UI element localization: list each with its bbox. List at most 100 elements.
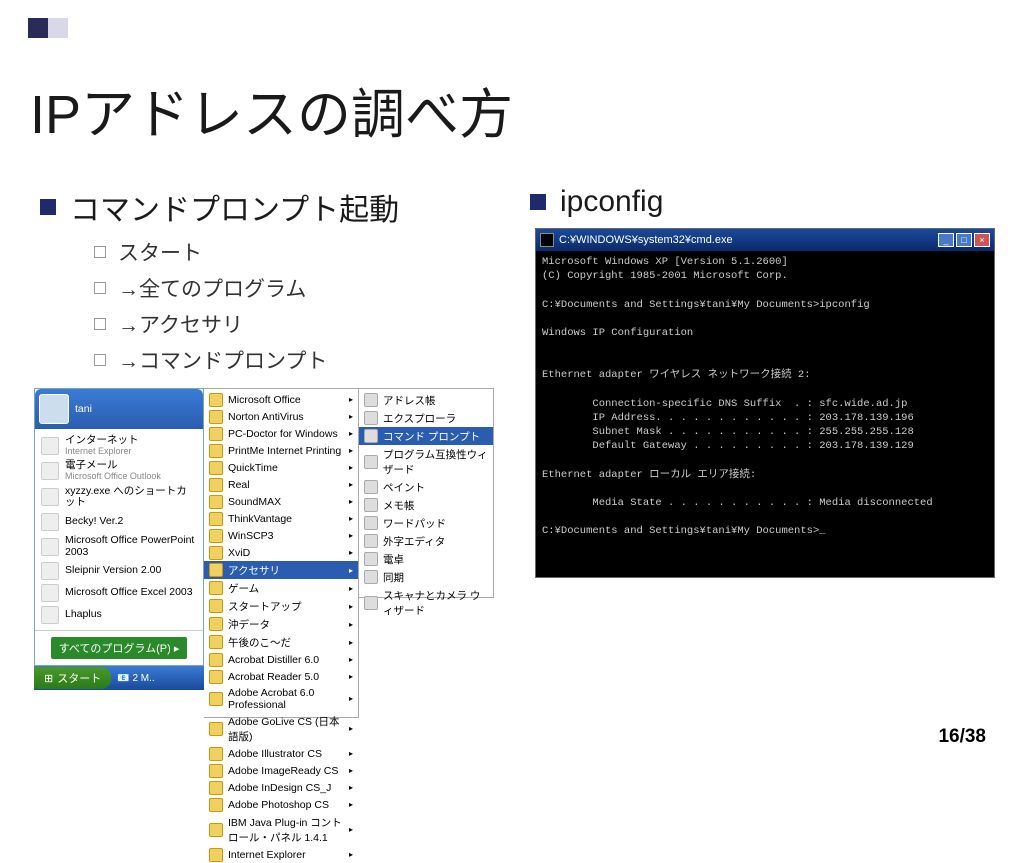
program-item[interactable]: Adobe InDesign CS_J▸ bbox=[204, 779, 358, 796]
folder-icon bbox=[209, 393, 223, 407]
all-programs[interactable]: すべてのプログラム(P) ▸ bbox=[35, 630, 203, 665]
app-icon bbox=[41, 513, 59, 531]
program-item[interactable]: Adobe Photoshop CS▸ bbox=[204, 796, 358, 813]
app-icon bbox=[364, 393, 378, 407]
program-item[interactable]: Adobe GoLive CS (日本語版)▸ bbox=[204, 712, 358, 745]
chevron-right-icon: ▸ bbox=[349, 655, 353, 664]
chevron-right-icon: ▸ bbox=[349, 480, 353, 489]
chevron-right-icon: ▸ bbox=[349, 694, 353, 703]
folder-icon bbox=[209, 722, 223, 736]
accessory-item[interactable]: 外字エディタ bbox=[359, 532, 493, 550]
right-heading: ipconfig bbox=[560, 185, 663, 219]
program-item[interactable]: スタートアップ▸ bbox=[204, 597, 358, 615]
box-bullet-icon bbox=[94, 354, 106, 366]
chevron-right-icon: ▸ bbox=[349, 497, 353, 506]
minimize-button[interactable]: _ bbox=[938, 233, 954, 247]
accessory-item[interactable]: ワードパッド bbox=[359, 514, 493, 532]
program-item[interactable]: QuickTime▸ bbox=[204, 459, 358, 476]
accessory-item[interactable]: 電卓 bbox=[359, 550, 493, 568]
program-item[interactable]: XviD▸ bbox=[204, 544, 358, 561]
chevron-right-icon: ▸ bbox=[349, 446, 353, 455]
user-avatar-icon bbox=[39, 394, 69, 424]
folder-icon bbox=[209, 495, 223, 509]
accessory-item[interactable]: エクスプローラ bbox=[359, 409, 493, 427]
program-item[interactable]: SoundMAX▸ bbox=[204, 493, 358, 510]
folder-icon bbox=[209, 653, 223, 667]
maximize-button[interactable]: □ bbox=[956, 233, 972, 247]
folder-icon bbox=[209, 563, 223, 577]
chevron-right-icon: ▸ bbox=[349, 531, 353, 540]
folder-icon bbox=[209, 546, 223, 560]
app-icon bbox=[364, 498, 378, 512]
program-item[interactable]: PrintMe Internet Printing▸ bbox=[204, 442, 358, 459]
pinned-item[interactable]: xyzzy.exe へのショートカット bbox=[37, 484, 201, 511]
app-icon bbox=[364, 534, 378, 548]
chevron-right-icon: ▸ bbox=[349, 463, 353, 472]
startmenu-screenshot: tani インターネットInternet Explorer電子メールMicros… bbox=[34, 388, 494, 718]
step-item: スタート bbox=[94, 237, 500, 267]
accessory-item[interactable]: アドレス帳 bbox=[359, 391, 493, 409]
program-item[interactable]: 午後のこ～だ▸ bbox=[204, 633, 358, 651]
program-item[interactable]: IBM Java Plug-in コントロール・パネル 1.4.1▸ bbox=[204, 813, 358, 846]
program-item[interactable]: Real▸ bbox=[204, 476, 358, 493]
program-item[interactable]: PC-Doctor for Windows▸ bbox=[204, 425, 358, 442]
chevron-right-icon: ▸ bbox=[349, 566, 353, 575]
taskbar-item[interactable]: 📧 2 M.. bbox=[117, 673, 154, 684]
folder-icon bbox=[209, 444, 223, 458]
accessory-item[interactable]: スキャナとカメラ ウィザード bbox=[359, 586, 493, 619]
chevron-right-icon: ▸ bbox=[349, 800, 353, 809]
accessory-item[interactable]: プログラム互換性ウィザード bbox=[359, 445, 493, 478]
pinned-item[interactable]: Sleipnir Version 2.00 bbox=[37, 560, 201, 582]
program-item[interactable]: アクセサリ▸ bbox=[204, 561, 358, 579]
step-item: →コマンドプロンプト bbox=[94, 345, 500, 375]
program-item[interactable]: Microsoft Office▸ bbox=[204, 391, 358, 408]
pinned-item[interactable]: Lhaplus bbox=[37, 604, 201, 626]
chevron-right-icon: ▸ bbox=[349, 514, 353, 523]
folder-icon bbox=[209, 617, 223, 631]
programs-submenu: Microsoft Office▸Norton AntiVirus▸PC-Doc… bbox=[204, 388, 359, 718]
folder-icon bbox=[209, 461, 223, 475]
chevron-right-icon: ▸ bbox=[349, 638, 353, 647]
chevron-right-icon: ▸ bbox=[349, 548, 353, 557]
pinned-item[interactable]: Becky! Ver.2 bbox=[37, 511, 201, 533]
pinned-item[interactable]: Microsoft Office Excel 2003 bbox=[37, 582, 201, 604]
pinned-item[interactable]: Microsoft Office PowerPoint 2003 bbox=[37, 533, 201, 560]
bullet-right: ipconfig bbox=[530, 185, 1000, 219]
slide-title: IPアドレスの調べ方 bbox=[30, 70, 513, 149]
accessory-item[interactable]: ペイント bbox=[359, 478, 493, 496]
cmd-icon bbox=[540, 233, 554, 247]
folder-icon bbox=[209, 427, 223, 441]
slide-accent bbox=[28, 18, 66, 56]
program-item[interactable]: ThinkVantage▸ bbox=[204, 510, 358, 527]
program-item[interactable]: WinSCP3▸ bbox=[204, 527, 358, 544]
square-bullet-icon bbox=[530, 194, 546, 210]
folder-icon bbox=[209, 848, 223, 862]
folder-icon bbox=[209, 581, 223, 595]
program-item[interactable]: Acrobat Reader 5.0▸ bbox=[204, 668, 358, 685]
start-button[interactable]: ⊞ スタート bbox=[34, 667, 111, 689]
program-item[interactable]: ゲーム▸ bbox=[204, 579, 358, 597]
box-bullet-icon bbox=[94, 282, 106, 294]
program-item[interactable]: Adobe Acrobat 6.0 Professional▸ bbox=[204, 685, 358, 712]
pinned-item[interactable]: インターネットInternet Explorer bbox=[37, 433, 201, 458]
app-icon bbox=[41, 606, 59, 624]
program-item[interactable]: Adobe ImageReady CS▸ bbox=[204, 762, 358, 779]
step-item: →アクセサリ bbox=[94, 309, 500, 339]
chevron-right-icon: ▸ bbox=[349, 412, 353, 421]
program-item[interactable]: Acrobat Distiller 6.0▸ bbox=[204, 651, 358, 668]
chevron-right-icon: ▸ bbox=[349, 850, 353, 859]
chevron-right-icon: ▸ bbox=[349, 825, 353, 834]
app-icon bbox=[364, 552, 378, 566]
program-item[interactable]: Adobe Illustrator CS▸ bbox=[204, 745, 358, 762]
program-item[interactable]: Norton AntiVirus▸ bbox=[204, 408, 358, 425]
accessory-item[interactable]: メモ帳 bbox=[359, 496, 493, 514]
box-bullet-icon bbox=[94, 318, 106, 330]
pinned-item[interactable]: 電子メールMicrosoft Office Outlook bbox=[37, 458, 201, 483]
accessory-item[interactable]: 同期 bbox=[359, 568, 493, 586]
accessory-item[interactable]: コマンド プロンプト bbox=[359, 427, 493, 445]
close-button[interactable]: × bbox=[974, 233, 990, 247]
program-item[interactable]: 沖データ▸ bbox=[204, 615, 358, 633]
program-item[interactable]: Internet Explorer▸ bbox=[204, 846, 358, 863]
chevron-right-icon: ▸ bbox=[349, 395, 353, 404]
app-icon bbox=[364, 570, 378, 584]
